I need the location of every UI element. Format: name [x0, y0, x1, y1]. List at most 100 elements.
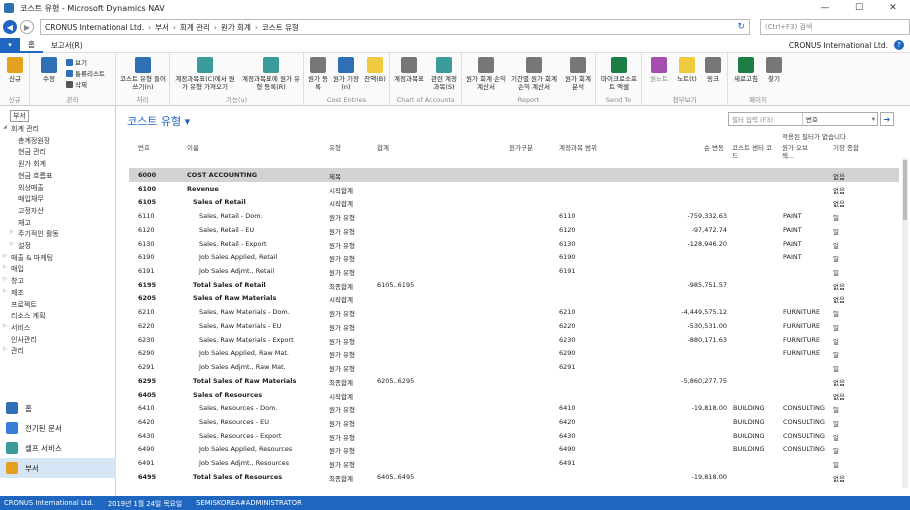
col-header-no[interactable]: 번호 — [138, 144, 150, 152]
sidebar-item[interactable]: ▷ 관리 — [0, 346, 24, 356]
get-gl-button[interactable]: 계정과목표(C)에서 원가 유형 가져오기 — [174, 57, 236, 91]
collapsed-triangle-icon[interactable]: ▷ — [3, 253, 7, 259]
collapsed-triangle-icon[interactable]: ▷ — [3, 346, 7, 352]
forward-button[interactable]: ▶ — [20, 20, 34, 34]
table-row[interactable]: 6110 Sales, Retail - Dom. 원가 유형 6110 -759,33… — [129, 209, 899, 223]
sidebar-item[interactable]: 외상매출 — [0, 183, 44, 193]
help-icon[interactable]: ? — [894, 40, 904, 50]
sidebar-item[interactable]: 현금 관리 — [0, 147, 46, 157]
col-header-net-change[interactable]: 순 변동 — [704, 144, 724, 152]
table-row[interactable]: 6420 Sales, Resources - EU 원가 유형 6420 BUILDI… — [129, 415, 899, 429]
table-row[interactable]: 6491 Job Sales Adjmt., Resources 원가 유형 6491… — [129, 456, 899, 470]
table-row[interactable]: 6290 Job Sales Applied, Raw Mat. 원가 유형 6290… — [129, 346, 899, 360]
table-row[interactable]: 6100 Revenue 시작합계 없음 — [129, 182, 899, 196]
table-row[interactable]: 6000 COST ACCOUNTING 제목 없음 — [129, 168, 899, 182]
col-header-cost-object[interactable]: 원가 오브젝... — [782, 144, 820, 160]
sidebar-item[interactable]: ◢ 회계 관리 — [0, 124, 39, 134]
table-row[interactable]: 6430 Sales, Resources - Export 원가 유형 6430 BU… — [129, 429, 899, 443]
cost-period-button[interactable]: 원가 기장(n) — [332, 57, 360, 91]
sidebar-item[interactable]: 인사관리 — [0, 335, 37, 345]
table-row[interactable]: 6410 Sales, Resources - Dom. 원가 유형 6410 -19,… — [129, 401, 899, 415]
search-input[interactable]: (Ctrl+F3) 검색 — [760, 19, 910, 35]
page-title[interactable]: 코스트 유형 ▾ — [127, 113, 190, 129]
acct-analysis-report-button[interactable]: 원가 회계 분석 — [562, 57, 594, 91]
excel-button[interactable]: 마이크로소프트 엑셀 — [599, 57, 639, 91]
navpane-posted-documents[interactable]: 전기된 문서 — [0, 418, 116, 438]
table-row[interactable]: 6195 Total Sales of Retail 최종합계 6105..6195 -… — [129, 278, 899, 292]
filter-field-select[interactable]: 번호 — [803, 114, 818, 124]
sidebar-item[interactable]: 고정자산 — [0, 206, 44, 216]
delete-button[interactable]: 삭제 — [66, 79, 87, 89]
table-row[interactable]: 6405 Sales of Resources 시작합계 없음 — [129, 388, 899, 402]
sidebar-item[interactable]: ▷ 설정 — [0, 241, 31, 251]
edit-button[interactable]: 수정 — [36, 57, 62, 83]
balance-button[interactable]: 잔액(B) — [361, 57, 389, 83]
sidebar-item[interactable]: ▷ 창고 — [0, 276, 24, 286]
cost-register-button[interactable]: 원가 등록 — [306, 57, 330, 91]
col-header-name[interactable]: 이름 — [187, 144, 199, 152]
notes-button[interactable]: 노트(t) — [674, 57, 700, 83]
col-header-posting[interactable]: 기장 종합 — [833, 144, 859, 152]
apply-filter-button[interactable]: ➔ — [880, 112, 894, 126]
col-header-totaling[interactable]: 합계 — [377, 144, 389, 152]
filter-box[interactable]: 필터 입력 (F3) 번호 ▾ — [728, 112, 878, 126]
sidebar-item[interactable]: ▷ 서비스 — [0, 323, 30, 333]
table-row[interactable]: 6130 Sales, Retail - Export 원가 유형 6130 -128,… — [129, 237, 899, 251]
breadcrumb-cost-accounting[interactable]: 원가 회계 — [221, 22, 251, 33]
breadcrumb-cost-types[interactable]: 코스트 유형 — [262, 22, 299, 33]
minimize-icon[interactable]: — — [808, 0, 842, 16]
insert-cost-types-button[interactable]: 코스트 유형 들어쓰기(n) — [119, 57, 167, 91]
collapsed-triangle-icon[interactable]: ▷ — [3, 276, 7, 282]
tab-report[interactable]: 보고서(R) — [43, 38, 91, 53]
filter-input[interactable]: 필터 입력 (F3) — [729, 113, 803, 125]
sidebar-item[interactable]: 현금 흐름표 — [0, 171, 52, 181]
close-icon[interactable]: ✕ — [876, 0, 910, 16]
col-header-gl-range[interactable]: 계정과목 범위 — [559, 144, 597, 152]
back-button[interactable]: ◀ — [3, 20, 17, 34]
sidebar-item[interactable]: 재고 — [0, 218, 31, 228]
breadcrumb-finance[interactable]: 회계 관리 — [180, 22, 210, 33]
collapsed-triangle-icon[interactable]: ▷ — [10, 241, 14, 247]
sidebar-item[interactable]: 원가 회계 — [0, 159, 46, 169]
collapsed-triangle-icon[interactable]: ▷ — [3, 264, 7, 270]
chevron-down-icon[interactable]: ▾ — [872, 115, 875, 123]
collapsed-triangle-icon[interactable]: ▷ — [10, 229, 14, 235]
table-row[interactable]: 6220 Sales, Raw Materials - EU 원가 유형 6220 -5… — [129, 319, 899, 333]
vertical-scrollbar[interactable] — [902, 158, 908, 488]
update-gl-button[interactable]: 계정과목표에 원가 유형 등록(R) — [240, 57, 302, 91]
sidebar-item[interactable]: ▷ 제조 — [0, 288, 24, 298]
table-row[interactable]: 6205 Sales of Raw Materials 시작합계 없음 — [129, 291, 899, 305]
onenote-button[interactable]: 원노트 — [646, 57, 672, 83]
sidebar-item[interactable]: 프로젝트 — [0, 300, 37, 310]
collapsed-triangle-icon[interactable]: ▷ — [3, 323, 7, 329]
find-button[interactable]: 찾기 — [762, 57, 786, 83]
table-row[interactable]: 6291 Job Sales Adjmt., Raw Mat. 원가 유형 6291 일 — [129, 360, 899, 374]
acct-details-report-button[interactable]: 원가 회계 손익 계산서 — [466, 57, 506, 91]
sidebar-item[interactable]: ▷ 매출 & 마케팅 — [0, 253, 53, 263]
refresh-icon[interactable]: ↻ — [737, 22, 745, 32]
col-header-class[interactable]: 원가구분 — [509, 144, 533, 152]
table-row[interactable]: 6230 Sales, Raw Materials - Export 원가 유형 62… — [129, 333, 899, 347]
new-button[interactable]: 신규 — [4, 57, 26, 83]
table-row[interactable]: 6120 Sales, Retail - EU 원가 유형 6120 -97,472.7… — [129, 223, 899, 237]
sidebar-item[interactable]: 리소스 계획 — [0, 311, 45, 321]
maximize-icon[interactable]: ☐ — [842, 0, 876, 16]
sidebar-item[interactable]: 총계정원장 — [0, 136, 50, 146]
sidebar-root-departments[interactable]: 부서 — [10, 110, 29, 122]
col-header-cost-center[interactable]: 코스트 센터 코드 — [732, 144, 776, 160]
expanded-triangle-icon[interactable]: ◢ — [3, 124, 7, 130]
sidebar-item[interactable]: 매입채무 — [0, 194, 44, 204]
acct-by-period-report-button[interactable]: 기간별 원가 회계 손익 계산서 — [508, 57, 560, 91]
navpane-home[interactable]: 홈 — [0, 398, 116, 418]
coa-button[interactable]: 계정과목표 — [392, 57, 426, 83]
scrollbar-thumb[interactable] — [903, 160, 907, 220]
table-row[interactable]: 6210 Sales, Raw Materials - Dom. 원가 유형 6210… — [129, 305, 899, 319]
links-button[interactable]: 링크 — [702, 57, 724, 83]
breadcrumb[interactable]: CRONUS International Ltd. › 부서 › 회계 관리 › 원가… — [40, 19, 750, 35]
file-menu-button[interactable]: ▾ — [0, 37, 20, 53]
sidebar-item[interactable]: ▷ 매입 — [0, 264, 24, 274]
table-row[interactable]: 6105 Sales of Retail 시작합계 없음 — [129, 195, 899, 209]
collapsed-triangle-icon[interactable]: ▷ — [3, 288, 7, 294]
view-button[interactable]: 보기 — [66, 57, 87, 67]
table-row[interactable]: 6490 Job Sales Applied, Resources 원가 유형 649… — [129, 442, 899, 456]
